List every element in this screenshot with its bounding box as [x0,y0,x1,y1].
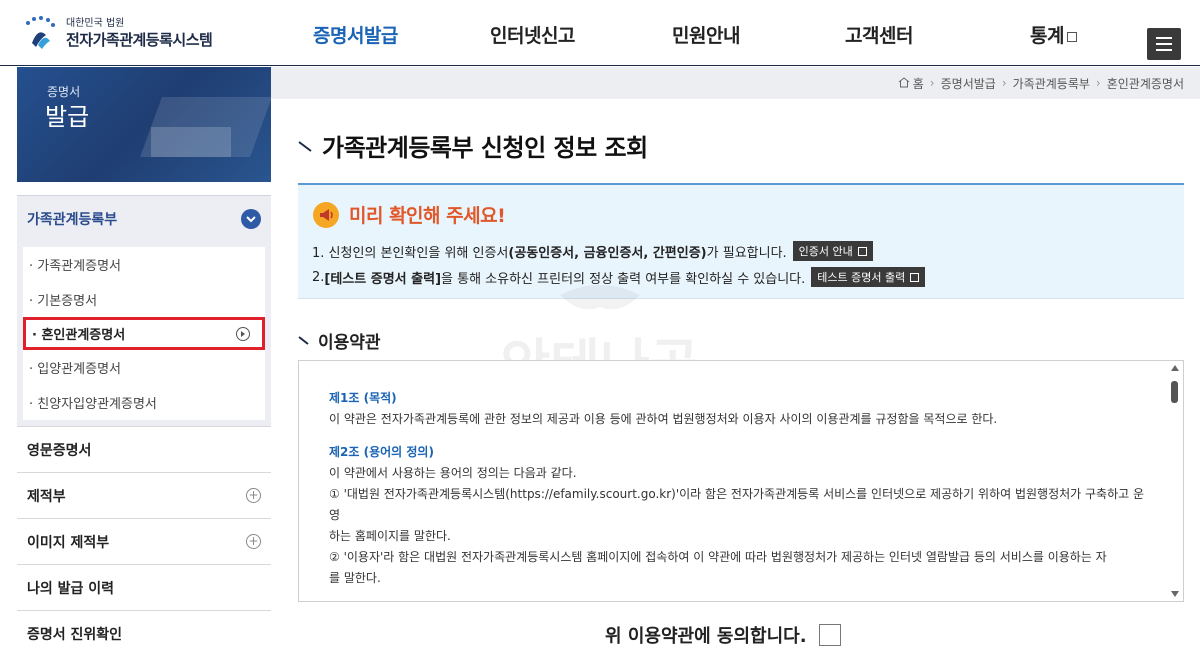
terms-title: 이용약관 [298,328,381,353]
sidebar-category-english[interactable]: 영문증명서 [17,426,271,472]
sidebar-nav: 가족관계등록부 · 가족관계증명서 · 기본증명서 · 혼인관계증명서 · 입양… [17,195,271,656]
notice-line-2: 2. [테스트 증명서 출력] 을 통해 소유하신 프린터의 정상 출력 여부를 … [312,267,926,287]
title-mark-icon [298,141,312,152]
breadcrumb-current: 혼인관계증명서 [1106,76,1184,91]
logo-subtitle: 대한민국 법원 [66,17,125,29]
notice-text: 가 필요합니다. [706,245,787,261]
terms-title-text: 이용약관 [318,333,381,353]
sidebar-item-adoption[interactable]: · 입양관계증명서 [23,350,265,385]
sidebar-item-label: · 친양자입양관계증명서 [29,397,157,412]
external-link-icon [857,246,867,256]
sidebar-item-basic[interactable]: · 기본증명서 [23,282,265,317]
sidebar-category-verification[interactable]: 증명서 진위확인 [17,610,271,656]
sidebar-item-full-adoption[interactable]: · 친양자입양관계증명서 [23,385,265,420]
breadcrumb-separator: › [1095,76,1101,90]
terms-scrollbar[interactable] [1167,361,1183,601]
chevron-down-icon[interactable] [241,208,261,229]
sidebar-category-label: 제적부 [27,488,66,505]
breadcrumb: 홈 › 증명서발급 › 가족관계등록부 › 혼인관계증명서 [271,67,1200,99]
breadcrumb-separator: › [1001,76,1007,90]
terms-agree-row: 위 이용약관에 동의합니다. [605,622,841,648]
title-mark-icon [298,336,309,345]
sidebar-item-label: · 기본증명서 [29,294,98,309]
sidebar-category-image-removed-register[interactable]: 이미지 제적부 + [17,518,271,564]
sidebar-item-label: · 입양관계증명서 [29,362,121,377]
terms-article-item: 하는 홈페이지를 말한다. [329,529,451,543]
plus-icon[interactable]: + [246,534,261,549]
notice-text: 2. [312,269,325,285]
sidebar-category-removed-register[interactable]: 제적부 + [17,472,271,518]
notice-text: 1. 신청인의 본인확인을 위해 인증서 [312,245,509,261]
sidebar-submenu: · 가족관계증명서 · 기본증명서 · 혼인관계증명서 · 입양관계증명서 · … [17,241,271,426]
terms-article-item: 를 말한다. [329,571,381,585]
logo-title: 전자가족관계등록시스템 [66,30,213,49]
terms-content: 제1조 (목적) 이 약관은 전자가족관계등록에 관한 정보의 제공과 이용 등… [329,388,1149,589]
hamburger-icon-line [1156,43,1172,45]
page-title: 가족관계등록부 신청인 정보 조회 [298,128,648,163]
breadcrumb-separator: › [929,76,935,90]
site-logo[interactable]: 대한민국 법원 전자가족관계등록시스템 [20,10,213,56]
external-link-icon [910,272,920,282]
notice-text: 을 통해 소유하신 프린터의 정상 출력 여부를 확인하실 수 있습니다. [441,271,806,287]
sidebar-category-label: 영문증명서 [27,442,92,459]
sidebar-category-label: 가족관계등록부 [27,211,118,228]
terms-article-body: 이 약관에서 사용하는 용어의 정의는 다음과 같다. [329,466,577,480]
notice-bold-text: (공동인증서, 금융인증서, 간편인증) [508,245,707,261]
page-title-text: 가족관계등록부 신청인 정보 조회 [322,134,648,162]
hamburger-menu-button[interactable] [1147,28,1181,60]
button-label: 인증서 안내 [798,245,853,258]
hamburger-icon-line [1156,49,1172,51]
nav-customer-center[interactable]: 고객센터 [845,21,913,48]
sidebar-item-family-relation[interactable]: · 가족관계증명서 [23,247,265,282]
breadcrumb-item[interactable]: 가족관계등록부 [1013,75,1090,92]
terms-article-item: ① '대법원 전자가족관계등록시스템(https://efamily.scour… [329,487,1145,522]
certificate-guide-button[interactable]: 인증서 안내 [792,241,873,261]
sidebar-category-label: 증명서 진위확인 [27,626,123,643]
main-nav: 증명서발급 인터넷신고 민원안내 고객센터 통계 [280,0,1100,66]
terms-agree-label[interactable]: 위 이용약관에 동의합니다. [605,622,807,648]
terms-article-title: 제1조 (목적) [329,391,397,405]
home-icon[interactable] [898,76,913,90]
banner-decoration [151,127,231,157]
sidebar-category-issue-history[interactable]: 나의 발급 이력 [17,564,271,610]
nav-internet-report[interactable]: 인터넷신고 [490,21,575,48]
button-label: 테스트 증명서 출력 [817,271,906,284]
sidebar-category-label: 이미지 제적부 [27,534,110,551]
notice-title: 미리 확인해 주세요! [349,205,506,227]
terms-scroll-box[interactable]: 제1조 (목적) 이 약관은 전자가족관계등록에 관한 정보의 제공과 이용 등… [298,360,1184,602]
test-print-button[interactable]: 테스트 증명서 출력 [811,267,926,287]
scroll-up-icon[interactable] [1171,365,1179,371]
notice-box: 미리 확인해 주세요! 1. 신청인의 본인확인을 위해 인증서 (공동인증서, … [298,183,1184,299]
terms-article-body: 이 약관은 전자가족관계등록에 관한 정보의 제공과 이용 등에 관하여 법원행… [329,412,998,426]
nav-statistics[interactable]: 통계 [1030,25,1064,47]
nav-statistics-wrap[interactable]: 통계 [1030,21,1077,48]
site-header: 대한민국 법원 전자가족관계등록시스템 증명서발급 인터넷신고 민원안내 고객센… [0,0,1200,66]
plus-icon[interactable]: + [246,488,261,503]
hamburger-icon [1156,37,1172,39]
notice-bold-text: [테스트 증명서 출력] [324,271,442,287]
scroll-down-icon[interactable] [1171,591,1179,597]
terms-article-title: 제2조 (용어의 정의) [329,445,434,459]
nav-civil-guide[interactable]: 민원안내 [672,21,740,48]
side-banner: 증명서 발급 [17,67,271,182]
notice-line-1: 1. 신청인의 본인확인을 위해 인증서 (공동인증서, 금융인증서, 간편인증)… [312,241,873,261]
nav-certificate-issue[interactable]: 증명서발급 [313,21,398,48]
megaphone-icon [313,201,339,228]
terms-agree-checkbox[interactable] [818,624,841,646]
chevron-right-icon [236,326,250,341]
banner-big-text: 발급 [45,103,90,131]
breadcrumb-home[interactable]: 홈 [913,75,924,92]
court-emblem-icon [20,13,60,53]
sidebar-item-label: · 혼인관계증명서 [32,328,126,343]
sidebar-category-label: 나의 발급 이력 [27,580,115,597]
sidebar-category-family-register[interactable]: 가족관계등록부 [17,195,271,241]
breadcrumb-item[interactable]: 증명서발급 [941,75,996,92]
terms-article-item: ② '이용자'라 함은 대법원 전자가족관계등록시스템 홈페이지에 접속하여 이… [329,550,1107,564]
scroll-thumb[interactable] [1171,381,1178,403]
sidebar-item-marriage[interactable]: · 혼인관계증명서 [23,317,265,350]
sidebar-item-label: · 가족관계증명서 [29,259,121,274]
external-link-icon [1066,31,1077,42]
